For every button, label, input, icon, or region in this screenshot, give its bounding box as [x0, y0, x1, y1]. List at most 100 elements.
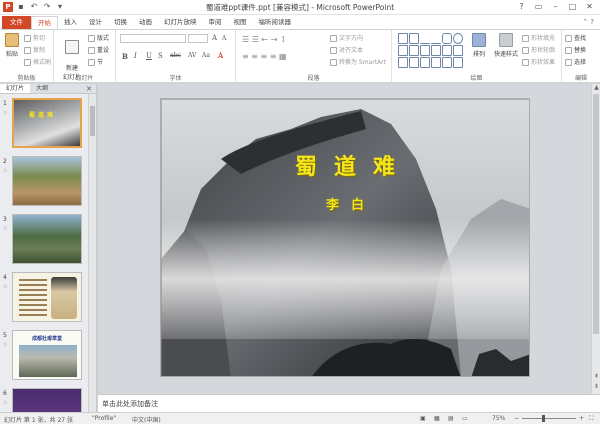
text-direction-button[interactable]: 文字方向 [330, 33, 363, 42]
reset-button[interactable]: 重设 [88, 45, 109, 54]
shadow-button[interactable]: S [158, 52, 163, 60]
slide-thumbnail-row[interactable]: 5 ☆ 成都杜甫草堂 [0, 330, 88, 382]
tab-file[interactable]: 文件 [2, 16, 31, 29]
scroll-up-icon[interactable]: ▲ [592, 84, 600, 91]
tab-transitions[interactable]: 切换 [108, 16, 133, 29]
more-shapes-icon[interactable] [453, 57, 463, 68]
star-shape-icon[interactable] [420, 57, 430, 68]
shape-effects-button[interactable]: 形状效果 [522, 57, 555, 66]
shape-outline-button[interactable]: 形状轮廓 [522, 45, 555, 54]
tab-view[interactable]: 视图 [228, 16, 253, 29]
elbow-connector-icon[interactable] [420, 45, 430, 56]
smartart-button[interactable]: 转换为 SmartArt [330, 57, 386, 66]
tab-foxit-reader[interactable]: 福昕阅读器 [253, 16, 298, 29]
fit-slide-icon[interactable]: ⛶ [589, 415, 593, 423]
rounded-rect-shape-icon[interactable] [442, 33, 452, 44]
shapes-gallery[interactable] [398, 33, 464, 69]
bracket-shape-icon[interactable] [409, 57, 419, 68]
tab-review[interactable]: 审阅 [203, 16, 228, 29]
slide-thumbnail-row[interactable]: 6 ☆ [0, 388, 88, 412]
next-slide-icon[interactable]: ⇟ [592, 383, 600, 390]
tab-animations[interactable]: 动画 [133, 16, 158, 29]
callout-shape-icon[interactable] [431, 57, 441, 68]
slide-thumbnail[interactable] [12, 272, 82, 322]
notes-pane[interactable]: 单击此处添加备注 [98, 394, 600, 412]
shape-fill-button[interactable]: 形状填充 [522, 33, 555, 42]
right-arrow-shape-icon[interactable] [442, 45, 452, 56]
slide-thumbnail-row[interactable]: 4 ☆ [0, 272, 88, 324]
right-triangle-shape-icon[interactable] [409, 45, 419, 56]
slide-thumbnail[interactable] [12, 214, 82, 264]
slide-thumbnail-row[interactable]: 2 ☆ [0, 156, 88, 208]
current-slide[interactable]: 蜀道难 李白 [160, 98, 530, 377]
arrange-button[interactable]: 排列 [468, 33, 490, 58]
close-icon[interactable]: ✕ [581, 0, 598, 14]
slide-thumbnail-row[interactable]: 3 ☆ [0, 214, 88, 266]
zoom-level[interactable]: 75% [492, 415, 505, 422]
collapse-ribbon-icon[interactable]: ⌃ ? [582, 16, 600, 29]
minimize-icon[interactable]: – [547, 0, 564, 14]
font-size-combo[interactable] [188, 34, 208, 43]
tab-slideshow[interactable]: 幻灯片放映 [158, 16, 203, 29]
slide-thumbnail[interactable]: 蜀道难 [12, 98, 82, 148]
section-button[interactable]: 节 [88, 57, 103, 66]
zoom-in-icon[interactable]: + [579, 415, 584, 422]
zoom-slider-knob[interactable] [542, 415, 545, 422]
zoom-slider[interactable] [522, 418, 576, 419]
normal-view-icon[interactable]: ▣ [420, 415, 426, 422]
italic-button[interactable]: I [134, 52, 137, 60]
rectangle-shape-icon[interactable] [398, 33, 408, 44]
tab-design[interactable]: 设计 [83, 16, 108, 29]
zoom-out-icon[interactable]: − [514, 415, 519, 422]
layout-button[interactable]: 版式 [88, 33, 109, 42]
tab-insert[interactable]: 插入 [58, 16, 83, 29]
oval-shape-icon[interactable] [453, 33, 463, 44]
prev-slide-icon[interactable]: ⇞ [592, 373, 600, 380]
slide-subtitle[interactable]: 李白 [161, 194, 529, 213]
language[interactable]: 中文(中国) [132, 415, 161, 424]
text-box-shape-icon[interactable] [409, 33, 419, 44]
bold-button[interactable]: B [122, 52, 128, 61]
slide-title[interactable]: 蜀道难 [161, 149, 529, 181]
find-button[interactable]: 查找 [565, 33, 586, 42]
slide-thumbnail[interactable]: 成都杜甫草堂 [12, 330, 82, 380]
shrink-font-button[interactable]: A [222, 35, 226, 42]
slide-scrollbar[interactable]: ▲ ⇞ ⇟ [591, 84, 600, 394]
curved-connector-icon[interactable] [431, 45, 441, 56]
flowchart-shape-icon[interactable] [442, 57, 452, 68]
bullets-icon[interactable]: ☰ ☰ ⇤ ⇥ ↕ [242, 35, 287, 44]
arrow-shape-icon[interactable] [431, 33, 441, 44]
font-name-combo[interactable] [120, 34, 186, 43]
paste-button[interactable]: 粘贴 [3, 33, 21, 58]
copy-button[interactable]: 复制 [24, 45, 45, 54]
select-button[interactable]: 选择 [565, 57, 586, 66]
slide-thumbnail[interactable] [12, 156, 82, 206]
grow-font-button[interactable]: A [212, 34, 217, 42]
down-arrow-shape-icon[interactable] [453, 45, 463, 56]
underline-button[interactable]: U [146, 52, 152, 60]
slide-sorter-icon[interactable]: ▦ [434, 415, 440, 422]
scroll-thumb[interactable] [90, 106, 95, 136]
notes-placeholder[interactable]: 单击此处添加备注 [102, 399, 158, 409]
align-text-button[interactable]: 对齐文本 [330, 45, 363, 54]
tab-slides[interactable]: 幻灯片 [0, 84, 31, 93]
slide-thumbnail[interactable] [12, 388, 82, 412]
triangle-shape-icon[interactable] [398, 45, 408, 56]
replace-button[interactable]: 替换 [565, 45, 586, 54]
slides-pane-scrollbar[interactable] [88, 94, 96, 412]
change-case-button[interactable]: Aa [202, 52, 210, 59]
reading-view-icon[interactable]: ▤ [448, 415, 454, 422]
help-icon[interactable]: ? [513, 0, 530, 14]
alignment-icons[interactable]: ≡ ≡ ≡ ≡ ▦ [242, 52, 287, 61]
char-spacing-button[interactable]: AV [188, 52, 196, 59]
cut-button[interactable]: 剪切 [24, 33, 45, 42]
maximize-icon[interactable]: □ [564, 0, 581, 14]
line-shape-icon[interactable] [420, 33, 430, 44]
slide-thumbnail-row[interactable]: 1 ☆ 蜀道难 [0, 98, 88, 150]
strikethrough-button[interactable]: abc [170, 52, 181, 59]
tab-outline[interactable]: 大纲 [30, 84, 54, 93]
font-color-button[interactable]: A [218, 52, 223, 60]
tab-home[interactable]: 开始 [31, 16, 58, 29]
ribbon-options-icon[interactable]: ▭ [530, 0, 547, 14]
slideshow-icon[interactable]: ▭ [462, 415, 468, 422]
